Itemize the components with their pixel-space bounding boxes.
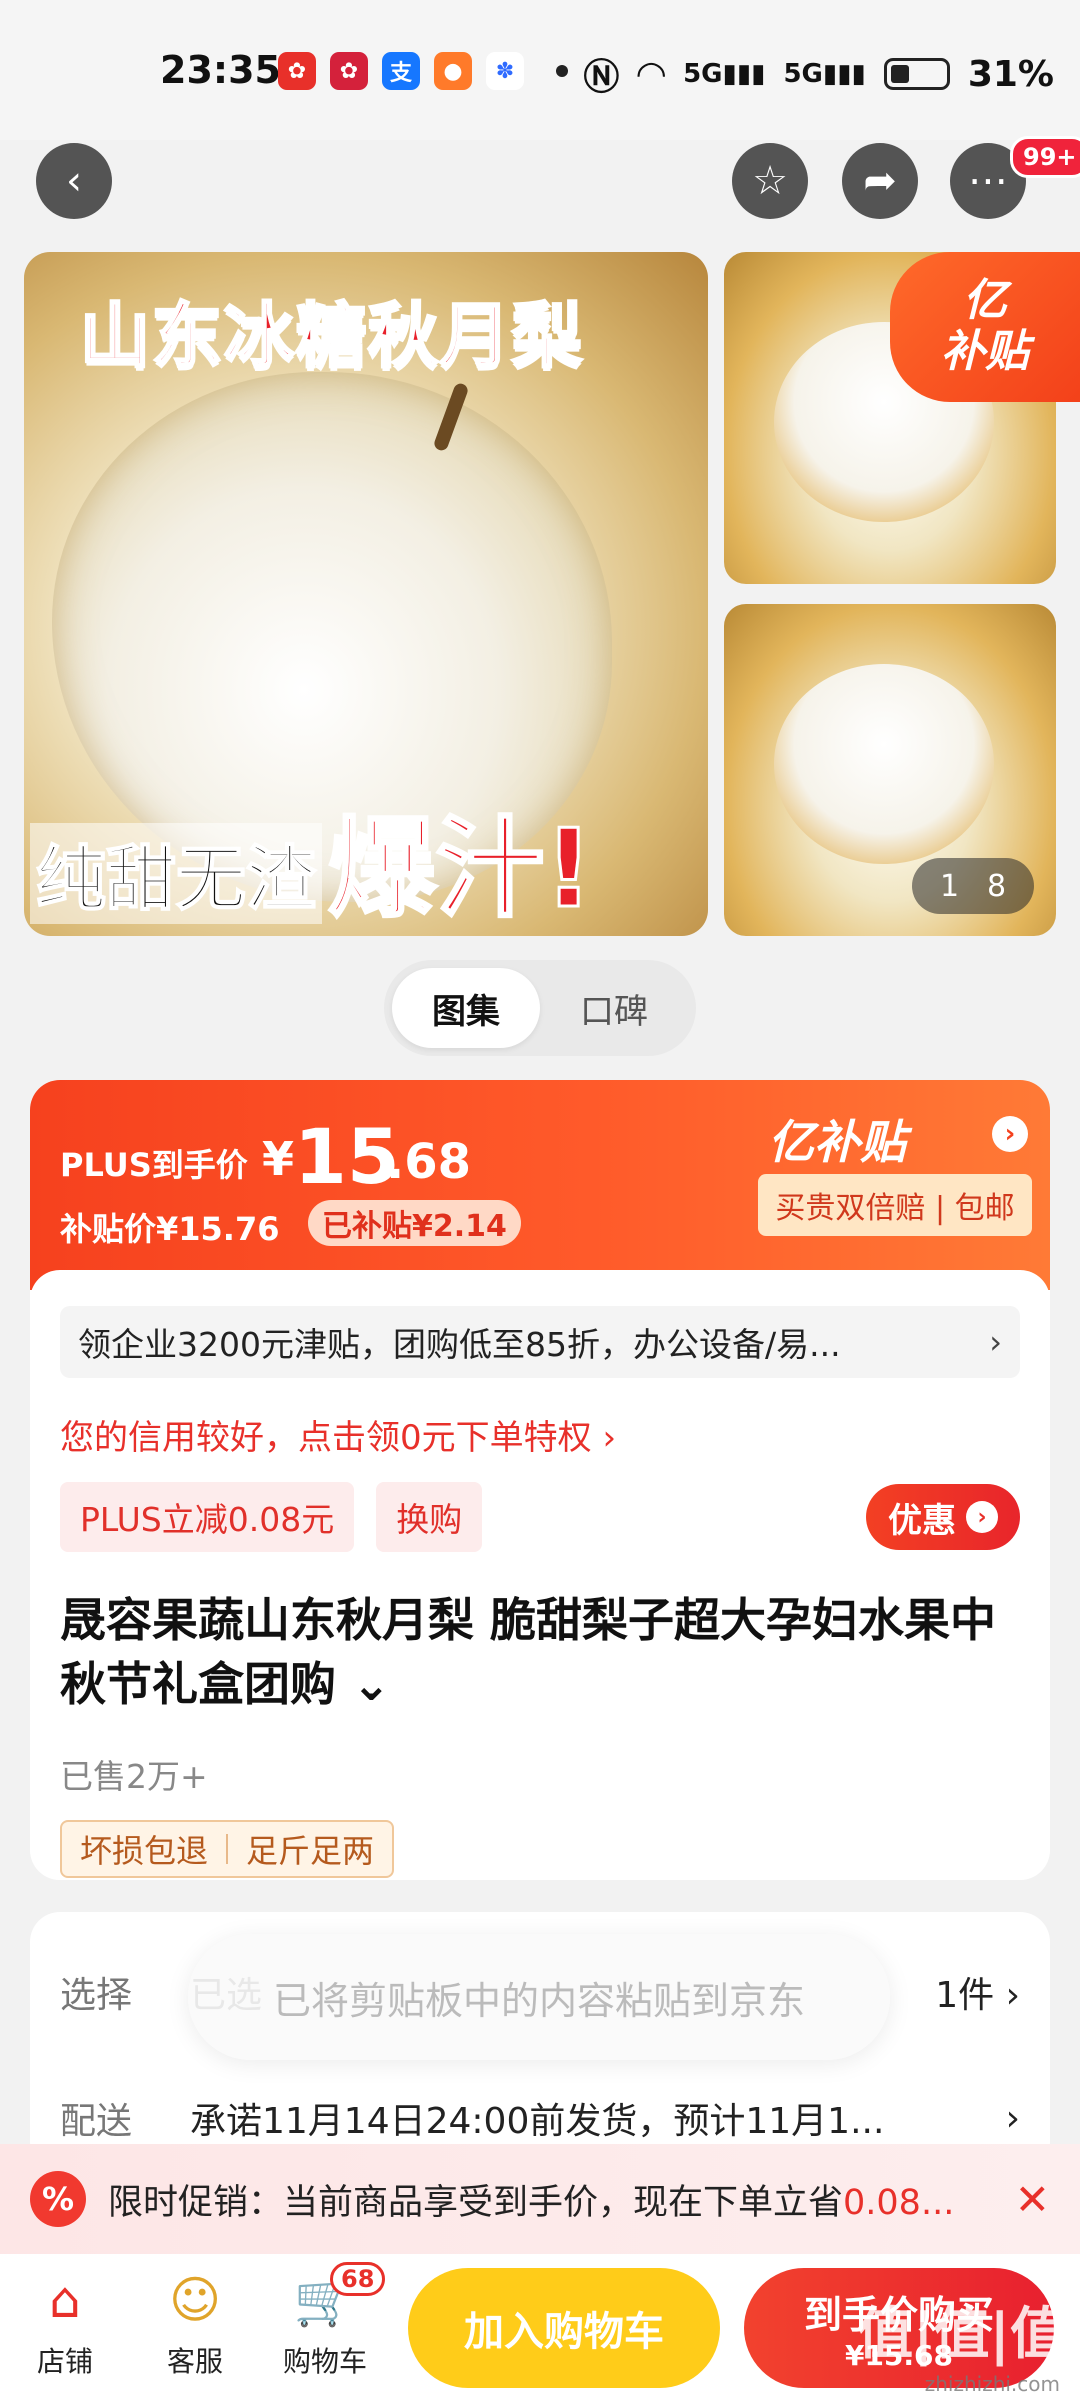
clipboard-toast: 已将剪贴板中的内容粘贴到京东 xyxy=(188,1934,890,2060)
currency-symbol: ¥ xyxy=(262,1132,295,1186)
status-right: Ⓝ ◠ 5G▮▮▮ 5G▮▮▮ 31% xyxy=(583,48,1054,100)
chevron-right-icon[interactable]: › xyxy=(992,1116,1028,1152)
badge-line2: 补贴 xyxy=(941,326,1029,377)
chevron-right-icon: › xyxy=(966,1501,998,1533)
more-dots-icon: ⋯ xyxy=(968,158,1008,204)
shop-label: 店铺 xyxy=(36,2345,93,2378)
bottom-action-bar: ⌂ 店铺 ☺ 客服 🛒 68 购物车 加入购物车 到手价购买 ¥15.68 值|… xyxy=(0,2254,1080,2400)
chevron-right-icon: › xyxy=(1005,2097,1020,2139)
select-quantity: 1件 › xyxy=(935,1975,1020,2016)
credit-privilege-link[interactable]: 您的信用较好，点击领0元下单特权 › xyxy=(60,1410,616,1459)
gallery-segment-control: 图集 口碑 xyxy=(384,960,696,1056)
status-time: 23:35 xyxy=(160,48,281,92)
counter-total: 8 xyxy=(986,868,1007,904)
cart-count-badge: 68 xyxy=(330,2262,386,2296)
limited-promo-bar[interactable]: % 限时促销：当前商品享受到手价，现在下单立省0.08... ✕ xyxy=(0,2144,1080,2254)
status-bar: 23:35 ✿ ✿ 支 ● ✽ Ⓝ ◠ 5G▮▮▮ 5G▮▮▮ 31% xyxy=(0,0,1080,140)
percent-icon: % xyxy=(30,2171,86,2227)
price-card: PLUS到手价 ¥ 15 .68 补贴价¥15.76 已补贴¥2.14 亿补贴 … xyxy=(30,1080,1050,1880)
signal-icon: 5G▮▮▮ xyxy=(783,59,866,89)
chevron-right-icon: › xyxy=(989,1323,1002,1361)
discount-button-label: 优惠 xyxy=(888,1500,956,1541)
subsidy-price: 补贴价¥15.76 xyxy=(60,1210,280,1248)
app-notification-icon: ✿ xyxy=(278,52,316,90)
subsidized-amount-chip: 已补贴¥2.14 xyxy=(308,1200,521,1246)
status-app-icons: ✿ ✿ 支 ● ✽ xyxy=(278,52,568,90)
battery-icon xyxy=(883,58,950,90)
guarantee-full-weight: 足斤足两 xyxy=(246,1832,375,1870)
product-info-body: 领企业3200元津贴，团购低至85折，办公设备/易... › 您的信用较好，点击… xyxy=(30,1270,1050,1880)
plus-price-label: PLUS到手价 xyxy=(60,1146,248,1184)
customer-service-icon: ☺ xyxy=(168,2271,222,2329)
promo-tags: PLUS立减0.08元 换购 xyxy=(60,1482,483,1552)
app-notification-icon: ✿ xyxy=(330,52,368,90)
cart-label: 购物车 xyxy=(282,2345,367,2378)
plus-discount-tag[interactable]: PLUS立减0.08元 xyxy=(60,1482,355,1552)
promo-text: 限时促销：当前商品享受到手价，现在下单立省0.08... xyxy=(108,2174,995,2225)
banner-sweet-text: 纯甜无渣 xyxy=(30,823,322,924)
guarantee-damage-return: 坏损包退 xyxy=(80,1832,209,1870)
counter-current: 1 xyxy=(939,868,960,904)
pear-illustration xyxy=(774,664,994,864)
customer-service-button[interactable]: ☺ 客服 xyxy=(140,2268,250,2380)
badge-line1: 亿 xyxy=(963,275,1007,327)
close-icon[interactable]: ✕ xyxy=(1015,2175,1050,2224)
nfc-icon: Ⓝ xyxy=(583,57,620,98)
battery-percent: 31% xyxy=(967,53,1054,95)
discount-button[interactable]: 优惠 › xyxy=(866,1484,1020,1550)
service-label: 客服 xyxy=(166,2345,223,2378)
shop-button[interactable]: ⌂ 店铺 xyxy=(10,2268,120,2380)
product-title-text: 晟容果蔬山东秋月梨 脆甜梨子超大孕妇水果中秋节礼盒团购 xyxy=(60,1593,997,1712)
add-to-cart-button[interactable]: 加入购物车 xyxy=(408,2268,720,2388)
shipping-label: 配送 xyxy=(60,2101,133,2142)
tab-gallery[interactable]: 图集 xyxy=(392,968,540,1048)
image-banner-bottom: 纯甜无渣 爆汁! xyxy=(24,806,708,936)
app-notification-icon: ● xyxy=(434,52,472,90)
image-counter: 1 8 xyxy=(912,858,1034,914)
sold-count: 已售2万+ xyxy=(60,1757,208,1796)
baidu-icon: ✽ xyxy=(486,52,524,90)
favorite-button[interactable]: ☆ xyxy=(732,143,808,219)
plus-price-integer: 15 xyxy=(294,1112,400,1201)
signal-icon: 5G▮▮▮ xyxy=(683,59,766,89)
billion-subsidy-badge: 亿 补贴 xyxy=(890,252,1080,402)
billion-subsidy-tag[interactable]: 亿补贴 xyxy=(768,1106,906,1172)
product-title[interactable]: 晟容果蔬山东秋月梨 脆甜梨子超大孕妇水果中秋节礼盒团购 ⌄ xyxy=(60,1588,1020,1717)
main-product-image[interactable]: 山东冰糖秋月梨 纯甜无渣 爆汁! xyxy=(24,252,708,936)
site-watermark: 值|值|值 xyxy=(857,2302,1066,2367)
more-notifications-dot xyxy=(556,65,568,77)
exchange-tag[interactable]: 换购 xyxy=(376,1482,483,1552)
cart-button[interactable]: 🛒 68 购物车 xyxy=(270,2262,386,2380)
price-header: PLUS到手价 ¥ 15 .68 补贴价¥15.76 已补贴¥2.14 亿补贴 … xyxy=(30,1080,1050,1290)
enterprise-coupon-row[interactable]: 领企业3200元津贴，团购低至85折，办公设备/易... › xyxy=(60,1306,1020,1378)
promo-text-prefix: 限时促销：当前商品享受到手价，现在下单立省 xyxy=(108,2182,844,2223)
chevron-down-icon[interactable]: ⌄ xyxy=(352,1657,391,1711)
tab-reviews[interactable]: 口碑 xyxy=(540,968,688,1048)
banner-juicy-text: 爆汁! xyxy=(326,807,594,932)
shop-icon: ⌂ xyxy=(49,2271,81,2329)
shipping-promise: 承诺11月14日24:00前发货，预计11月1... xyxy=(190,2101,885,2142)
coupon-text: 领企业3200元津贴，团购低至85折，办公设备/易... xyxy=(78,1325,841,1364)
select-label: 选择 xyxy=(60,1975,133,2016)
image-banner-title: 山东冰糖秋月梨 xyxy=(79,294,584,379)
star-icon: ☆ xyxy=(752,158,788,204)
wifi-icon: ◠ xyxy=(637,53,666,95)
back-button[interactable]: ‹ xyxy=(36,143,112,219)
service-guarantees[interactable]: 坏损包退 足斤足两 xyxy=(60,1820,395,1878)
promo-amount: 0.08... xyxy=(843,2182,955,2223)
plus-price-decimal: .68 xyxy=(386,1134,472,1190)
price-guarantee-badge[interactable]: 买贵双倍赔 | 包邮 xyxy=(758,1174,1032,1236)
site-watermark-url: zhizhizhi.com xyxy=(924,2372,1060,2396)
shipping-row[interactable]: 配送 承诺11月14日24:00前发货，预计11月1... › xyxy=(60,2092,1020,2144)
chevron-left-icon: ‹ xyxy=(66,158,82,204)
share-button[interactable]: ➦ xyxy=(842,143,918,219)
share-icon: ➦ xyxy=(863,158,897,204)
message-count-badge: 99+ xyxy=(1010,136,1080,178)
alipay-icon: 支 xyxy=(382,52,420,90)
